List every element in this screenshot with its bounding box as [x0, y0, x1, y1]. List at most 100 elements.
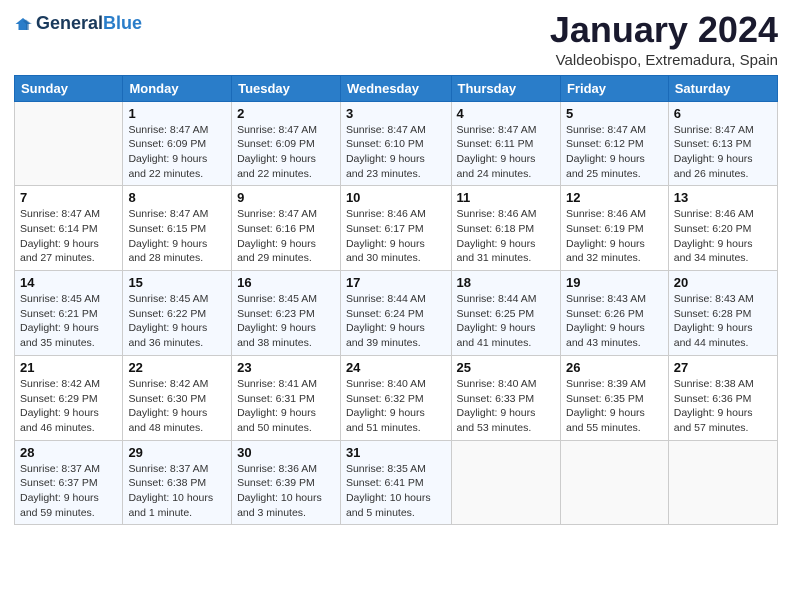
day-info: Sunrise: 8:45 AM Sunset: 6:21 PM Dayligh… — [20, 292, 117, 351]
day-info: Sunrise: 8:37 AM Sunset: 6:37 PM Dayligh… — [20, 462, 117, 521]
logo-text: GeneralBlue — [36, 14, 142, 34]
week-row-3: 14 Sunrise: 8:45 AM Sunset: 6:21 PM Dayli… — [15, 271, 778, 356]
calendar-cell: 9 Sunrise: 8:47 AM Sunset: 6:16 PM Daylig… — [232, 186, 341, 271]
calendar-cell: 12Sunrise: 8:46 AM Sunset: 6:19 PM Dayli… — [560, 186, 668, 271]
day-number: 9 — [237, 190, 335, 205]
col-header-saturday: Saturday — [668, 75, 777, 101]
day-info: Sunrise: 8:47 AM Sunset: 6:14 PM Dayligh… — [20, 207, 117, 266]
day-number: 20 — [674, 275, 772, 290]
day-number: 3 — [346, 106, 446, 121]
title-block: January 2024 Valdeobispo, Extremadura, S… — [550, 10, 778, 69]
calendar-cell: 15 Sunrise: 8:45 AM Sunset: 6:22 PM Dayli… — [123, 271, 232, 356]
calendar-cell: 11 Sunrise: 8:46 AM Sunset: 6:18 PM Dayli… — [451, 186, 560, 271]
day-number: 8 — [128, 190, 226, 205]
day-info: Sunrise: 8:45 AM Sunset: 6:22 PM Dayligh… — [128, 292, 226, 351]
day-info: Sunrise: 8:43 AM Sunset: 6:28 PM Dayligh… — [674, 292, 772, 351]
week-row-4: 21Sunrise: 8:42 AM Sunset: 6:29 PM Dayli… — [15, 355, 778, 440]
day-info: Sunrise: 8:43 AM Sunset: 6:26 PM Dayligh… — [566, 292, 663, 351]
calendar-cell: 25 Sunrise: 8:40 AM Sunset: 6:33 PM Dayli… — [451, 355, 560, 440]
calendar-cell: 30 Sunrise: 8:36 AM Sunset: 6:39 PM Dayli… — [232, 440, 341, 525]
header-row: SundayMondayTuesdayWednesdayThursdayFrid… — [15, 75, 778, 101]
logo-icon — [14, 15, 32, 33]
calendar-cell: 3 Sunrise: 8:47 AM Sunset: 6:10 PM Daylig… — [340, 101, 451, 186]
day-info: Sunrise: 8:42 AM Sunset: 6:30 PM Dayligh… — [128, 377, 226, 436]
day-number: 22 — [128, 360, 226, 375]
calendar-cell: 20 Sunrise: 8:43 AM Sunset: 6:28 PM Dayli… — [668, 271, 777, 356]
calendar-cell: 4 Sunrise: 8:47 AM Sunset: 6:11 PM Daylig… — [451, 101, 560, 186]
day-info: Sunrise: 8:35 AM Sunset: 6:41 PM Dayligh… — [346, 462, 446, 521]
day-info: Sunrise: 8:36 AM Sunset: 6:39 PM Dayligh… — [237, 462, 335, 521]
calendar-cell — [451, 440, 560, 525]
day-number: 7 — [20, 190, 117, 205]
calendar-cell — [668, 440, 777, 525]
calendar-cell: 28 Sunrise: 8:37 AM Sunset: 6:37 PM Dayli… — [15, 440, 123, 525]
calendar-cell: 17Sunrise: 8:44 AM Sunset: 6:24 PM Dayli… — [340, 271, 451, 356]
day-number: 31 — [346, 445, 446, 460]
day-number: 18 — [457, 275, 555, 290]
calendar-cell: 13Sunrise: 8:46 AM Sunset: 6:20 PM Dayli… — [668, 186, 777, 271]
day-info: Sunrise: 8:47 AM Sunset: 6:13 PM Dayligh… — [674, 123, 772, 182]
day-info: Sunrise: 8:42 AM Sunset: 6:29 PM Dayligh… — [20, 377, 117, 436]
day-number: 12 — [566, 190, 663, 205]
day-number: 10 — [346, 190, 446, 205]
day-number: 25 — [457, 360, 555, 375]
calendar-cell: 7 Sunrise: 8:47 AM Sunset: 6:14 PM Daylig… — [15, 186, 123, 271]
page-container: GeneralBlue January 2024 Valdeobispo, Ex… — [0, 0, 792, 533]
calendar-cell: 31 Sunrise: 8:35 AM Sunset: 6:41 PM Dayli… — [340, 440, 451, 525]
day-number: 23 — [237, 360, 335, 375]
day-number: 30 — [237, 445, 335, 460]
day-info: Sunrise: 8:47 AM Sunset: 6:09 PM Dayligh… — [237, 123, 335, 182]
calendar-cell: 24 Sunrise: 8:40 AM Sunset: 6:32 PM Dayli… — [340, 355, 451, 440]
day-info: Sunrise: 8:46 AM Sunset: 6:17 PM Dayligh… — [346, 207, 446, 266]
day-info: Sunrise: 8:47 AM Sunset: 6:12 PM Dayligh… — [566, 123, 663, 182]
day-number: 16 — [237, 275, 335, 290]
col-header-tuesday: Tuesday — [232, 75, 341, 101]
calendar-cell: 27Sunrise: 8:38 AM Sunset: 6:36 PM Dayli… — [668, 355, 777, 440]
col-header-wednesday: Wednesday — [340, 75, 451, 101]
day-number: 6 — [674, 106, 772, 121]
day-number: 11 — [457, 190, 555, 205]
col-header-sunday: Sunday — [15, 75, 123, 101]
day-number: 13 — [674, 190, 772, 205]
calendar-cell: 19 Sunrise: 8:43 AM Sunset: 6:26 PM Dayli… — [560, 271, 668, 356]
calendar-cell — [15, 101, 123, 186]
day-info: Sunrise: 8:47 AM Sunset: 6:15 PM Dayligh… — [128, 207, 226, 266]
day-number: 4 — [457, 106, 555, 121]
calendar-cell: 6 Sunrise: 8:47 AM Sunset: 6:13 PM Daylig… — [668, 101, 777, 186]
calendar-cell: 5 Sunrise: 8:47 AM Sunset: 6:12 PM Daylig… — [560, 101, 668, 186]
day-number: 15 — [128, 275, 226, 290]
calendar-cell: 1 Sunrise: 8:47 AM Sunset: 6:09 PM Daylig… — [123, 101, 232, 186]
col-header-thursday: Thursday — [451, 75, 560, 101]
day-info: Sunrise: 8:40 AM Sunset: 6:32 PM Dayligh… — [346, 377, 446, 436]
day-info: Sunrise: 8:40 AM Sunset: 6:33 PM Dayligh… — [457, 377, 555, 436]
calendar-table: SundayMondayTuesdayWednesdayThursdayFrid… — [14, 75, 778, 526]
day-info: Sunrise: 8:44 AM Sunset: 6:25 PM Dayligh… — [457, 292, 555, 351]
day-info: Sunrise: 8:41 AM Sunset: 6:31 PM Dayligh… — [237, 377, 335, 436]
day-info: Sunrise: 8:47 AM Sunset: 6:11 PM Dayligh… — [457, 123, 555, 182]
day-number: 24 — [346, 360, 446, 375]
month-title: January 2024 — [550, 10, 778, 50]
logo: GeneralBlue — [14, 14, 142, 34]
day-number: 28 — [20, 445, 117, 460]
calendar-cell: 14 Sunrise: 8:45 AM Sunset: 6:21 PM Dayli… — [15, 271, 123, 356]
calendar-cell: 22 Sunrise: 8:42 AM Sunset: 6:30 PM Dayli… — [123, 355, 232, 440]
calendar-cell: 16 Sunrise: 8:45 AM Sunset: 6:23 PM Dayli… — [232, 271, 341, 356]
day-info: Sunrise: 8:47 AM Sunset: 6:16 PM Dayligh… — [237, 207, 335, 266]
day-info: Sunrise: 8:45 AM Sunset: 6:23 PM Dayligh… — [237, 292, 335, 351]
day-info: Sunrise: 8:47 AM Sunset: 6:09 PM Dayligh… — [128, 123, 226, 182]
day-info: Sunrise: 8:46 AM Sunset: 6:18 PM Dayligh… — [457, 207, 555, 266]
day-info: Sunrise: 8:47 AM Sunset: 6:10 PM Dayligh… — [346, 123, 446, 182]
calendar-cell: 10 Sunrise: 8:46 AM Sunset: 6:17 PM Dayli… — [340, 186, 451, 271]
day-number: 29 — [128, 445, 226, 460]
calendar-cell: 2 Sunrise: 8:47 AM Sunset: 6:09 PM Daylig… — [232, 101, 341, 186]
calendar-cell: 18 Sunrise: 8:44 AM Sunset: 6:25 PM Dayli… — [451, 271, 560, 356]
day-number: 5 — [566, 106, 663, 121]
day-number: 19 — [566, 275, 663, 290]
day-number: 1 — [128, 106, 226, 121]
day-number: 17 — [346, 275, 446, 290]
day-number: 2 — [237, 106, 335, 121]
day-number: 27 — [674, 360, 772, 375]
day-number: 14 — [20, 275, 117, 290]
week-row-1: 1 Sunrise: 8:47 AM Sunset: 6:09 PM Daylig… — [15, 101, 778, 186]
location: Valdeobispo, Extremadura, Spain — [550, 52, 778, 69]
